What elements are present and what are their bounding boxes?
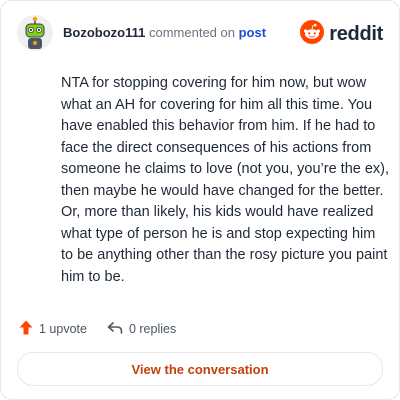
replies-button[interactable]: 0 replies — [107, 321, 176, 338]
action-text: commented on — [148, 25, 235, 40]
comment-actions: 1 upvote 0 replies — [19, 319, 176, 339]
upvote-count: 1 upvote — [39, 322, 87, 336]
reply-arrow-icon — [107, 321, 129, 338]
reddit-logo[interactable]: reddit — [300, 19, 383, 49]
reddit-wordmark: reddit — [329, 22, 383, 45]
comment-body: NTA for stopping covering for him now, b… — [61, 75, 390, 285]
upvote-button[interactable]: 1 upvote — [19, 320, 87, 338]
comment-meta: Bozobozo111 commented on post — [63, 25, 266, 40]
view-conversation-button[interactable]: View the conversation — [17, 352, 383, 386]
post-link[interactable]: post — [239, 25, 266, 40]
username[interactable]: Bozobozo111 — [63, 25, 145, 40]
reddit-logo-icon — [300, 19, 325, 49]
replies-count: 0 replies — [128, 322, 177, 336]
robot-avatar-icon[interactable] — [17, 15, 53, 51]
comment-header: Bozobozo111 commented on post reddit — [17, 15, 383, 55]
upvote-arrow-icon — [19, 320, 39, 338]
comment-card: Bozobozo111 commented on post reddit NTA… — [0, 0, 400, 400]
